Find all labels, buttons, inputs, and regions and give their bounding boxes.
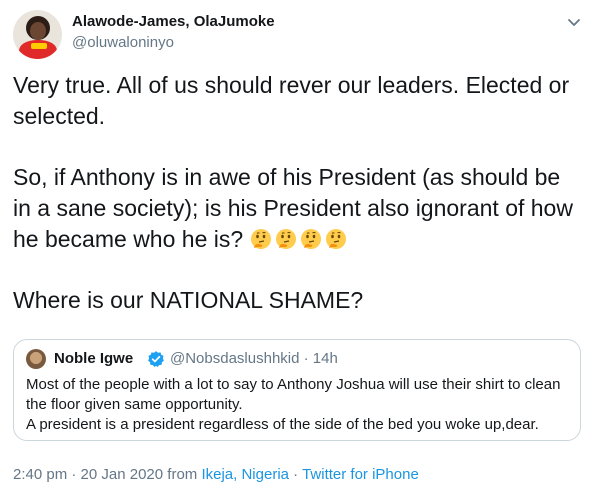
location-link[interactable]: Ikeja, Nigeria — [201, 466, 289, 483]
quoted-author-name: Noble Igwe — [54, 350, 134, 367]
source-link[interactable]: Twitter for iPhone — [302, 466, 419, 483]
tweet-paragraph-1: Very true. All of us should rever our le… — [13, 72, 576, 129]
avatar-accent — [31, 43, 47, 49]
avatar-face — [30, 22, 46, 40]
verified-badge-icon — [148, 351, 164, 368]
tweet: Alawode-James, OlaJumoke @oluwaloninyo V… — [0, 0, 594, 498]
thinking-face-icon — [325, 229, 346, 249]
thinking-face-icon — [275, 229, 296, 249]
footer-separator: · — [289, 466, 303, 483]
quoted-tweet[interactable]: Noble Igwe @Nobsdaslushhkid · 14h Most o… — [13, 339, 581, 441]
tweet-footer: 2:40 pm · 20 Jan 2020 from Ikeja, Nigeri… — [13, 466, 419, 483]
timestamp[interactable]: 2:40 pm · 20 Jan 2020 — [13, 466, 163, 483]
author-handle[interactable]: @oluwaloninyo — [72, 34, 174, 51]
tweet-paragraph-2: So, if Anthony is in awe of his Presiden… — [13, 162, 583, 255]
quoted-author-meta: @Nobsdaslushhkid · 14h — [170, 350, 338, 367]
quoted-author-avatar — [26, 349, 46, 369]
quoted-text-line-2: A president is a president regardless of… — [26, 416, 539, 433]
thinking-face-icon — [250, 229, 271, 249]
quoted-tweet-text: Most of the people with a lot to say to … — [26, 375, 571, 435]
tweet-paragraph-3: Where is our NATIONAL SHAME? — [13, 287, 364, 313]
thinking-face-icon — [300, 229, 321, 249]
quoted-text-line-1: Most of the people with a lot to say to … — [26, 376, 561, 413]
author-name[interactable]: Alawode-James, OlaJumoke — [72, 13, 275, 30]
author-avatar[interactable] — [13, 10, 62, 59]
emoji-group — [250, 226, 350, 252]
from-label: from — [163, 466, 202, 483]
chevron-down-icon[interactable] — [566, 14, 582, 30]
